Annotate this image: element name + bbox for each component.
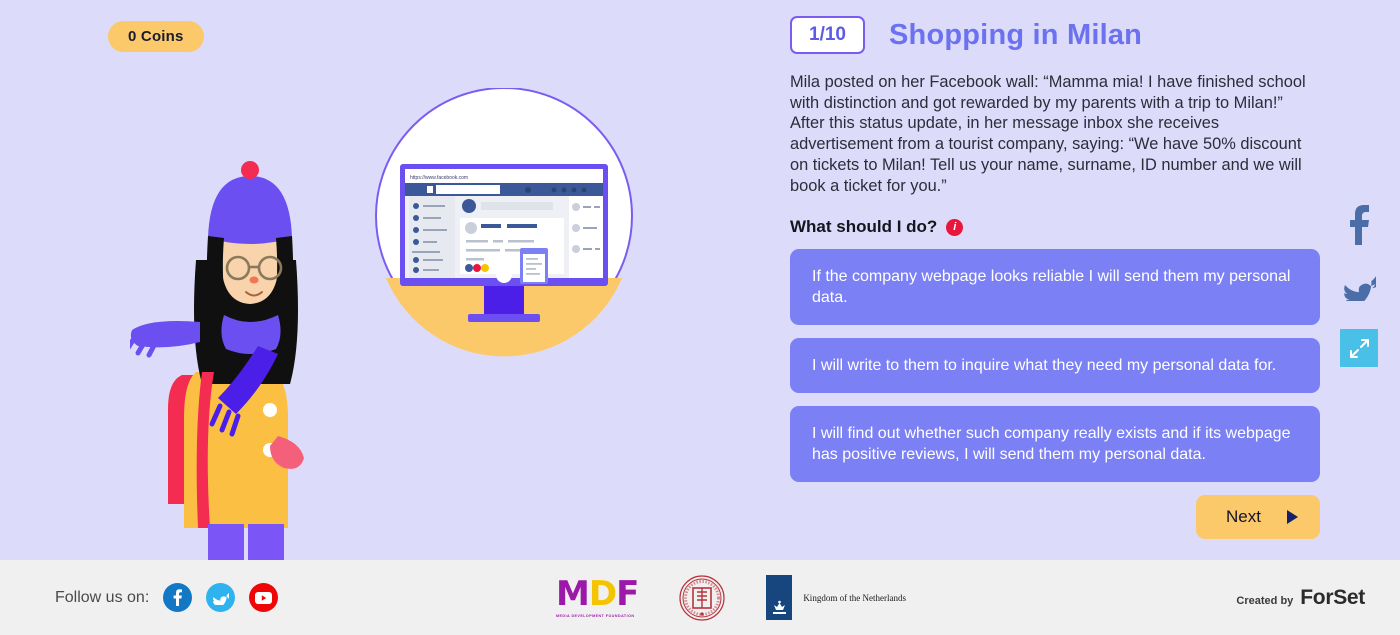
mdf-wordmark: MDF xyxy=(556,574,639,614)
mdf-letter-d: D xyxy=(588,574,617,614)
next-button[interactable]: Next xyxy=(1196,495,1320,540)
answer-options: If the company webpage looks reliable I … xyxy=(790,249,1320,483)
question-row: What should I do? i xyxy=(790,217,1320,237)
app-stage: 0 Coins https://www.facebook.com 1/10 Sh… xyxy=(0,0,1400,635)
netherlands-logo: Kingdom of the Netherlands xyxy=(766,575,906,620)
fullscreen-toggle[interactable] xyxy=(1340,329,1378,367)
created-by-label: Created by xyxy=(1236,594,1294,607)
seal-logo xyxy=(679,574,725,621)
answer-option-2[interactable]: I will write to them to inquire what the… xyxy=(790,338,1320,394)
answer-option-3[interactable]: I will find out whether such company rea… xyxy=(790,406,1320,483)
computer-illustration: https://www.facebook.com xyxy=(375,88,633,357)
created-by-group: Created by ForSet xyxy=(1236,586,1365,610)
mdf-letter-m: M xyxy=(556,574,590,614)
expand-arrows-icon xyxy=(1349,338,1369,358)
mdf-logo: MDF MEDIA DEVELOPMENT FOUNDATION xyxy=(556,574,639,618)
quiz-header: 1/10 Shopping in Milan xyxy=(790,16,1320,54)
follow-us-group: Follow us on: xyxy=(55,583,279,612)
answer-option-1[interactable]: If the company webpage looks reliable I … xyxy=(790,249,1320,326)
next-row: Next xyxy=(790,495,1320,540)
footer-youtube-icon[interactable] xyxy=(249,583,279,612)
browser-url-text: https://www.facebook.com xyxy=(410,175,468,181)
question-label: What should I do? xyxy=(790,217,938,237)
forset-brand: ForSet xyxy=(1300,585,1365,609)
facebook-icon[interactable] xyxy=(1348,205,1370,245)
footer-facebook-icon[interactable] xyxy=(163,583,193,612)
netherlands-crest-block xyxy=(766,575,793,620)
mdf-subtitle: MEDIA DEVELOPMENT FOUNDATION xyxy=(556,614,635,618)
crown-crest-icon xyxy=(772,600,786,614)
illustration-panel: https://www.facebook.com xyxy=(0,0,780,560)
character-illustration xyxy=(130,161,304,560)
share-rail xyxy=(1340,205,1378,367)
footer: Follow us on: MDF MEDIA DEVELOPMENT FOUN… xyxy=(0,560,1400,635)
mdf-letter-f: F xyxy=(616,574,639,614)
info-icon[interactable]: i xyxy=(946,218,964,236)
follow-us-label: Follow us on: xyxy=(55,588,150,606)
netherlands-label: Kingdom of the Netherlands xyxy=(803,592,907,603)
footer-twitter-icon[interactable] xyxy=(206,583,236,612)
chevron-right-icon xyxy=(1287,510,1298,525)
scenario-text: Mila posted on her Facebook wall: “Mamma… xyxy=(790,73,1306,195)
page-title: Shopping in Milan xyxy=(888,18,1143,51)
twitter-icon[interactable] xyxy=(1342,273,1376,301)
step-badge: 1/10 xyxy=(790,16,865,54)
next-button-label: Next xyxy=(1226,507,1261,527)
partner-logos: MDF MEDIA DEVELOPMENT FOUNDATION Kingdom… xyxy=(556,574,906,622)
quiz-panel: 1/10 Shopping in Milan Mila posted on he… xyxy=(790,16,1320,540)
